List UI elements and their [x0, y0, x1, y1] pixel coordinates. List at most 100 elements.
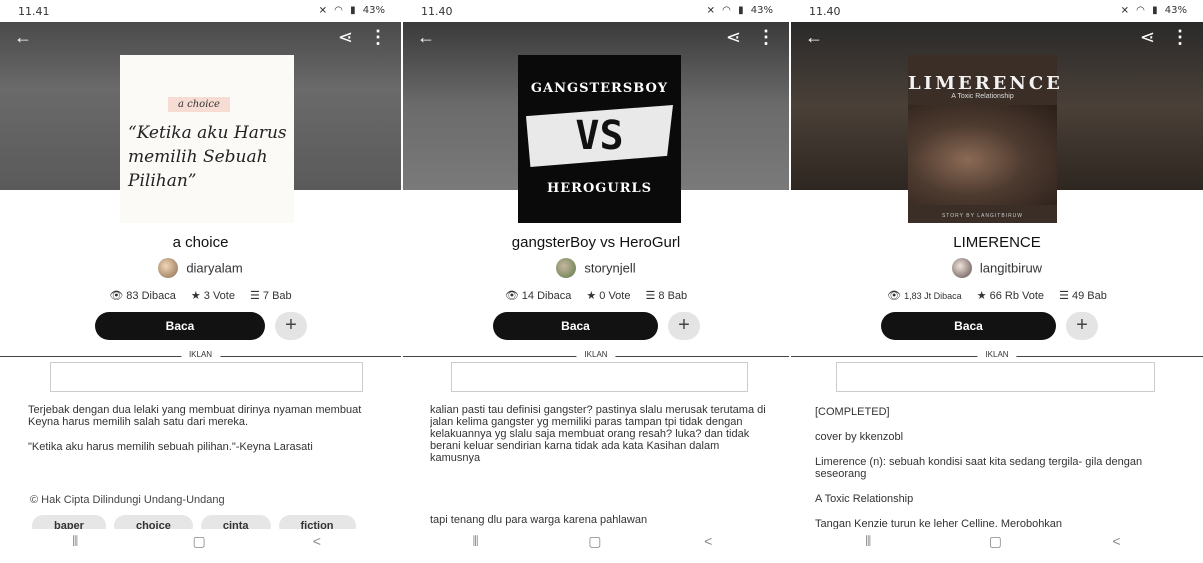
- status-bar: 11.41 ✕ ◠ ▮ 43%: [0, 0, 401, 22]
- ad-slot[interactable]: [50, 362, 363, 392]
- system-nav-bar: ⦀ ▢ <: [0, 529, 401, 555]
- home-icon[interactable]: ▢: [989, 533, 1002, 550]
- votes-count: 0 Vote: [599, 290, 631, 302]
- ad-slot[interactable]: [451, 362, 748, 392]
- story-screen-a-choice: 11.41 ✕ ◠ ▮ 43% ← ⋖ ⋮ a choice “Ketika a…: [0, 0, 401, 563]
- nav-back-icon[interactable]: <: [1112, 533, 1120, 549]
- battery-percent: 43%: [362, 5, 385, 16]
- nav-back-icon[interactable]: <: [704, 533, 712, 549]
- mute-icon: ✕: [1120, 5, 1129, 17]
- eye-icon: 👁: [504, 290, 519, 302]
- cover-quote: “Ketika aku Harus memilih Sebuah Pilihan…: [128, 123, 287, 191]
- reads-count: 83 Dibaca: [126, 290, 176, 302]
- status-time: 11.41: [18, 5, 50, 18]
- parts-count: 49 Bab: [1071, 290, 1107, 302]
- story-stats: 👁 83 Dibaca ★ 3 Vote ☰ 7 Bab: [0, 289, 401, 302]
- recent-apps-icon[interactable]: ⦀: [472, 533, 478, 550]
- status-icons: ✕ ◠ ▮ 43%: [707, 5, 773, 17]
- ad-label: IKLAN: [180, 350, 221, 359]
- home-icon[interactable]: ▢: [588, 533, 601, 550]
- back-arrow-icon[interactable]: ←: [805, 28, 823, 46]
- story-cover[interactable]: a choice “Ketika aku Harus memilih Sebua…: [120, 55, 294, 223]
- battery-percent: 43%: [1164, 5, 1187, 16]
- status-time: 11.40: [421, 5, 453, 18]
- ad-label: IKLAN: [977, 350, 1017, 359]
- mute-icon: ✕: [318, 5, 327, 17]
- star-icon: ★: [190, 290, 201, 302]
- add-to-library-button[interactable]: +: [668, 312, 700, 340]
- author-link[interactable]: diaryalam: [0, 258, 401, 278]
- star-icon: ★: [976, 290, 987, 302]
- description-paragraph: [430, 477, 767, 501]
- copyright-icon: ©: [30, 494, 39, 506]
- reads-count: 14 Dibaca: [521, 290, 572, 302]
- copyright-notice: © Hak Cipta Dilindungi Undang-Undang: [30, 494, 225, 506]
- eye-icon: 👁: [109, 290, 124, 302]
- read-button[interactable]: Baca: [881, 312, 1056, 340]
- system-nav-bar: ⦀ ▢ <: [403, 529, 789, 555]
- recent-apps-icon[interactable]: ⦀: [865, 533, 871, 550]
- author-link[interactable]: langitbiruw: [791, 258, 1203, 278]
- author-name: storynjell: [584, 260, 636, 276]
- story-cover[interactable]: GANGSTERSBOY VS HEROGURLS: [518, 55, 681, 223]
- nav-back-icon[interactable]: <: [313, 533, 321, 549]
- add-to-library-button[interactable]: +: [275, 312, 307, 340]
- author-name: diaryalam: [186, 260, 243, 276]
- wifi-icon: ◠: [334, 5, 343, 16]
- cover-vs-text: VS: [575, 113, 624, 159]
- author-link[interactable]: storynjell: [403, 258, 789, 278]
- read-button[interactable]: Baca: [95, 312, 265, 340]
- ad-divider: IKLAN: [791, 350, 1203, 362]
- description-paragraph: cover by kkenzobl: [815, 431, 904, 443]
- description-paragraph: tapi tenang dlu para warga karena pahlaw…: [430, 514, 648, 526]
- reads-count: 1,83 Jt Dibaca: [904, 291, 962, 301]
- story-title: a choice: [172, 234, 229, 251]
- add-to-library-button[interactable]: +: [1066, 312, 1098, 340]
- read-button[interactable]: Baca: [493, 312, 658, 340]
- recent-apps-icon[interactable]: ⦀: [72, 533, 78, 550]
- story-title: LIMERENCE: [953, 234, 1041, 251]
- list-icon: ☰: [1059, 290, 1069, 302]
- signal-icon: ▮: [350, 5, 356, 16]
- status-icons: ✕ ◠ ▮ 43%: [1121, 5, 1187, 17]
- eye-icon: 👁: [887, 290, 902, 302]
- votes-count: 3 Vote: [203, 290, 235, 302]
- ad-divider: IKLAN: [403, 350, 789, 362]
- battery-percent: 43%: [750, 5, 773, 16]
- more-options-icon[interactable]: ⋮: [1171, 28, 1189, 46]
- mute-icon: ✕: [706, 5, 715, 17]
- cover-top-text: GANGSTERSBOY: [530, 81, 669, 96]
- list-icon: ☰: [645, 290, 656, 302]
- story-description: kalian pasti tau definisi gangster? past…: [430, 404, 767, 533]
- more-options-icon[interactable]: ⋮: [757, 28, 775, 46]
- votes-count: 66 Rb Vote: [989, 290, 1045, 302]
- description-paragraph: A Toxic Relationship: [815, 493, 914, 505]
- screenshots-row: 11.41 ✕ ◠ ▮ 43% ← ⋖ ⋮ a choice “Ketika a…: [0, 0, 1203, 563]
- story-cover[interactable]: LIMERENCE A Toxic Relationship STORY BY …: [908, 55, 1060, 223]
- parts-count: 7 Bab: [262, 290, 292, 302]
- back-arrow-icon[interactable]: ←: [14, 28, 32, 46]
- parts-count: 8 Bab: [658, 290, 688, 302]
- system-nav-bar: ⦀ ▢ <: [791, 529, 1203, 555]
- signal-icon: ▮: [1152, 5, 1158, 16]
- story-title: gangsterBoy vs HeroGurl: [511, 234, 681, 251]
- cover-subtitle: A Toxic Relationship: [951, 93, 1014, 100]
- wifi-icon: ◠: [1136, 5, 1145, 16]
- share-icon[interactable]: ⋖: [1140, 28, 1155, 46]
- story-screen-limerence: 11.40 ✕ ◠ ▮ 43% ← ⋖ ⋮ LIMERENCE A Toxic …: [791, 0, 1203, 563]
- share-icon[interactable]: ⋖: [338, 28, 353, 46]
- more-options-icon[interactable]: ⋮: [369, 28, 387, 46]
- ad-divider: IKLAN: [0, 350, 401, 362]
- back-arrow-icon[interactable]: ←: [417, 28, 435, 46]
- story-stats: 👁 1,83 Jt Dibaca ★ 66 Rb Vote ☰ 49 Bab: [791, 289, 1203, 302]
- avatar: [951, 258, 972, 278]
- home-icon[interactable]: ▢: [192, 533, 205, 550]
- ad-slot[interactable]: [836, 362, 1155, 392]
- description-paragraph: "Ketika aku harus memilih sebuah pilihan…: [28, 441, 313, 453]
- share-icon[interactable]: ⋖: [726, 28, 741, 46]
- avatar: [556, 258, 577, 278]
- story-description: [COMPLETED] cover by kkenzobl Limerence …: [815, 406, 1181, 533]
- story-description: Terjebak dengan dua lelaki yang membuat …: [28, 404, 379, 533]
- author-name: langitbiruw: [979, 260, 1043, 276]
- description-paragraph: Terjebak dengan dua lelaki yang membuat …: [28, 404, 362, 428]
